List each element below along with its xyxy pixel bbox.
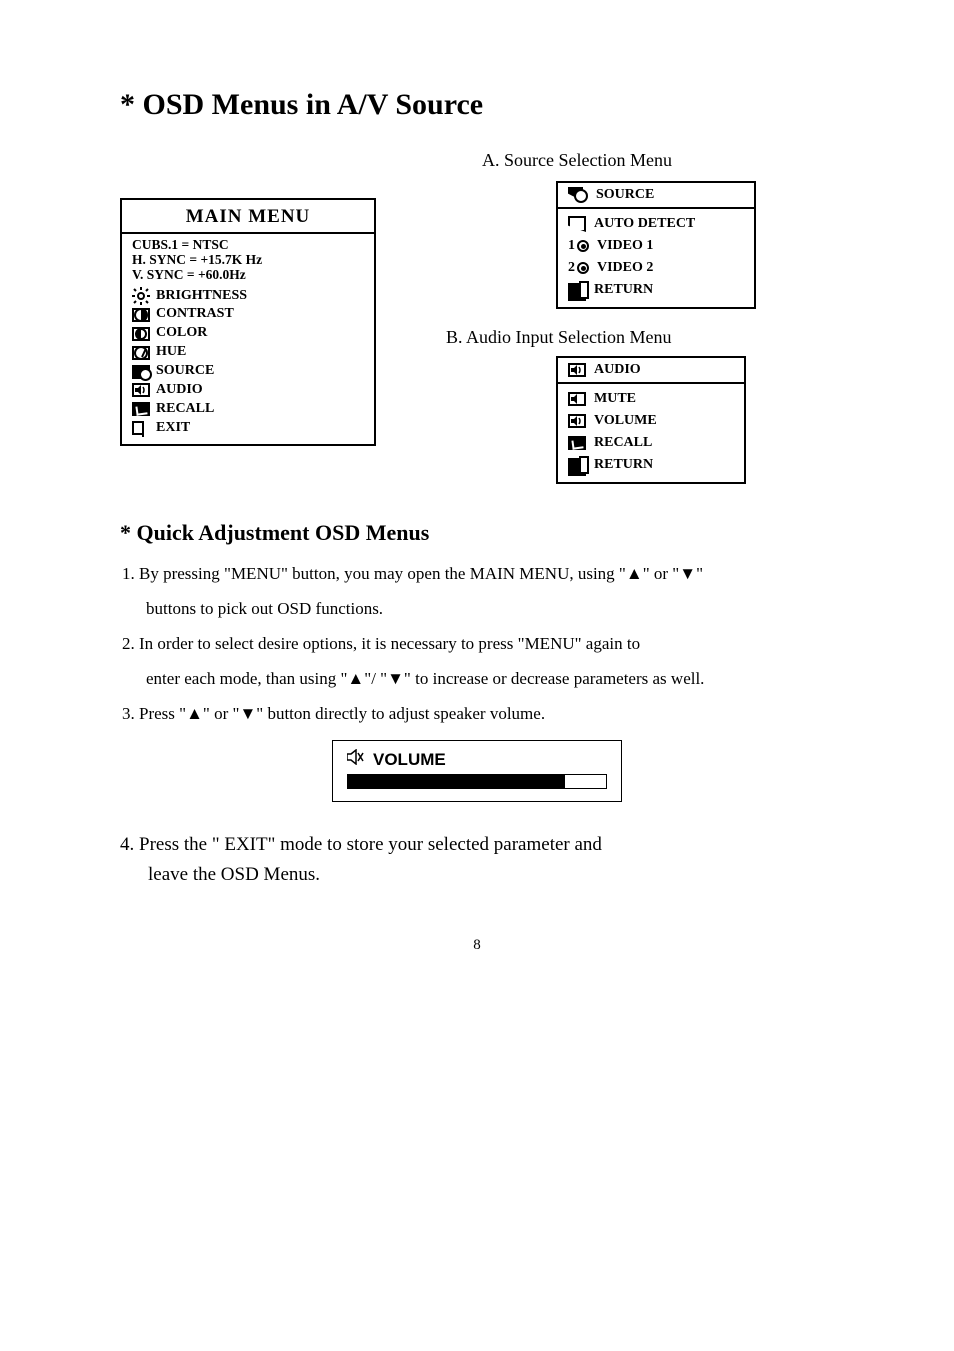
item-label: RETURN [594,282,653,298]
item-label: BRIGHTNESS [156,287,247,306]
item-label: CONTRAST [156,305,234,324]
menu-item-brightness[interactable]: BRIGHTNESS [132,287,364,306]
instruction-2a: 2. In order to select desire options, it… [122,630,834,659]
radio-icon [577,240,589,252]
autodetect-icon [568,216,586,232]
volume-label: VOLUME [373,750,446,770]
audio-recall[interactable]: RECALL [568,432,734,454]
menu-item-recall[interactable]: RECALL [132,400,364,419]
item-label: VOLUME [594,413,657,429]
color-icon [132,327,150,341]
source-video-1[interactable]: 1 VIDEO 1 [568,235,744,257]
volume-fill [348,775,565,788]
menu-item-audio[interactable]: AUDIO [132,381,364,400]
source-return[interactable]: RETURN [568,279,744,301]
volume-icon [568,414,586,428]
instruction-1a: 1. By pressing "MENU" button, you may op… [122,560,834,589]
osd-audio-menu: AUDIO MUTE VOLUME [556,356,746,484]
item-label: VIDEO 1 [597,238,653,254]
menu-item-contrast[interactable]: CONTRAST [132,305,364,324]
instruction-4b: leave the OSD Menus. [120,860,834,889]
item-label: HUE [156,343,186,362]
quick-adjust-title: * Quick Adjustment OSD Menus [120,520,834,546]
instruction-3: 3. Press "▲" or "▼" button directly to a… [122,700,834,729]
main-menu-title: MAIN MENU [122,200,374,232]
menu-item-hue[interactable]: HUE [132,343,364,362]
source-icon [568,187,588,203]
item-label: RECALL [594,435,652,451]
radio-icon [577,262,589,274]
source-title: SOURCE [596,187,654,203]
sync-line-2: H. SYNC = +15.7K Hz [132,253,364,268]
instruction-4: 4. Press the " EXIT" mode to store your … [120,830,834,889]
audio-mute[interactable]: MUTE [568,388,734,410]
item-label: AUTO DETECT [594,216,695,232]
osd-volume-panel: VOLUME [332,740,622,802]
instructions-list: 1. By pressing "MENU" button, you may op… [122,560,834,728]
return-icon [568,458,586,472]
item-label: VIDEO 2 [597,260,653,276]
volume-bar[interactable] [347,774,607,789]
recall-icon [568,436,586,450]
exit-icon [132,421,150,435]
page-number: 8 [120,937,834,954]
item-label: SOURCE [156,362,214,381]
source-auto-detect[interactable]: AUTO DETECT [568,213,744,235]
instruction-1b: buttons to pick out OSD functions. [122,595,834,624]
menu-item-exit[interactable]: EXIT [132,419,364,438]
audio-icon [568,363,586,377]
menu-item-source[interactable]: SOURCE [132,362,364,381]
section-a-title: A. Source Selection Menu [482,150,834,171]
item-label: MUTE [594,391,636,407]
item-label: RECALL [156,400,214,419]
audio-icon [132,383,150,397]
page-title: * OSD Menus in A/V Source [120,88,834,122]
item-label: AUDIO [156,381,203,400]
instruction-2b: enter each mode, than using "▲"/ "▼" to … [122,665,834,694]
sync-line-1: CUBS.1 = NTSC [132,238,364,253]
hue-icon [132,346,150,360]
speaker-icon [347,749,365,770]
section-b-title: B. Audio Input Selection Menu [446,327,834,348]
menu-item-color[interactable]: COLOR [132,324,364,343]
item-label: RETURN [594,457,653,473]
recall-icon [132,402,150,416]
instruction-4a: 4. Press the " EXIT" mode to store your … [120,830,834,859]
osd-main-menu: MAIN MENU CUBS.1 = NTSC H. SYNC = +15.7K… [120,198,376,446]
return-icon [568,283,586,297]
item-label: COLOR [156,324,207,343]
osd-source-menu: SOURCE AUTO DETECT 1 VIDEO 1 2 VIDEO 2 [556,181,756,309]
contrast-icon [132,308,150,322]
source-icon [132,365,150,379]
mute-icon [568,392,586,406]
source-video-2[interactable]: 2 VIDEO 2 [568,257,744,279]
sun-icon [132,287,150,305]
audio-volume[interactable]: VOLUME [568,410,734,432]
audio-return[interactable]: RETURN [568,454,734,476]
audio-title: AUDIO [594,362,641,378]
sync-line-3: V. SYNC = +60.0Hz [132,268,364,283]
item-label: EXIT [156,419,190,438]
